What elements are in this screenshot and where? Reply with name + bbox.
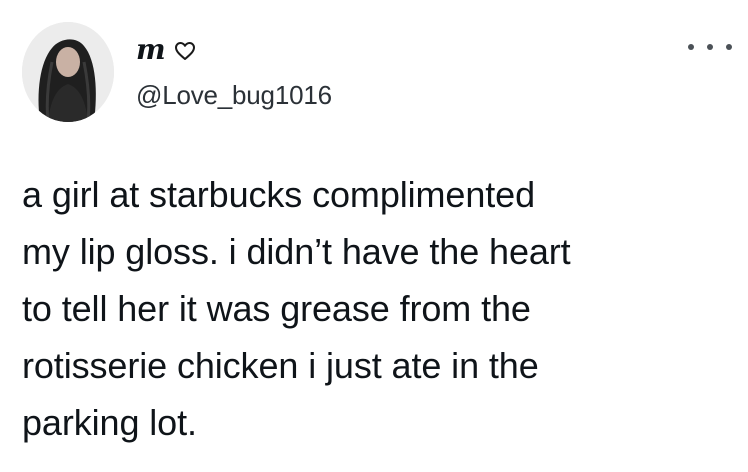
tweet-card: m @Love_bug1016 a girl at starbucks comp…: [0, 0, 748, 472]
display-name[interactable]: m: [136, 32, 196, 68]
display-name-text: m: [136, 33, 166, 66]
more-horizontal-icon[interactable]: [688, 40, 732, 54]
tweet-text: a girl at starbucks complimented my lip …: [22, 174, 571, 443]
avatar[interactable]: [22, 22, 114, 122]
more-dot: [707, 44, 713, 50]
heart-outline-icon: [174, 41, 196, 61]
more-dot: [726, 44, 732, 50]
more-dot: [688, 44, 694, 50]
user-handle[interactable]: @Love_bug1016: [136, 80, 332, 110]
avatar-photo: [22, 22, 114, 122]
